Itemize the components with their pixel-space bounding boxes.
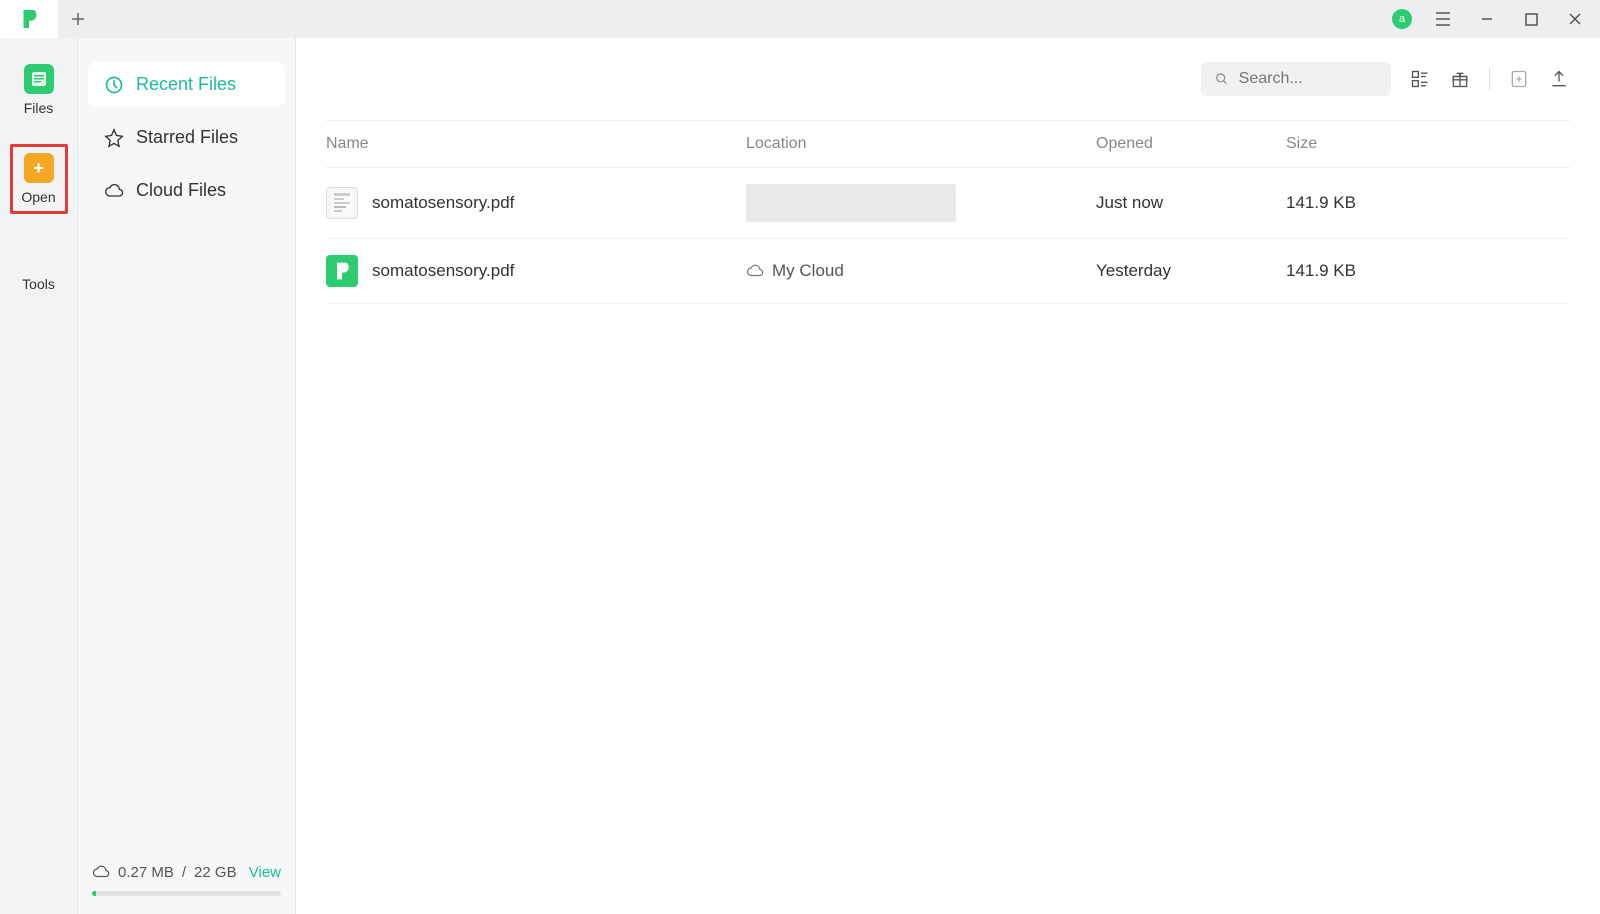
storage-footer: 0.27 MB / 22 GB View	[78, 863, 295, 896]
toolbar-divider	[1489, 68, 1490, 90]
rail-open-label: Open	[21, 189, 55, 205]
minimize-button[interactable]	[1474, 6, 1500, 32]
new-file-icon	[1509, 69, 1529, 89]
rail-tools-label: Tools	[22, 276, 55, 292]
close-button[interactable]	[1562, 6, 1588, 32]
app-logo-tab[interactable]	[0, 0, 58, 38]
header-opened[interactable]: Opened	[1096, 135, 1286, 153]
close-icon	[1568, 12, 1582, 26]
file-opened: Just now	[1096, 193, 1286, 213]
storage-view-link[interactable]: View	[249, 864, 281, 881]
file-name: somatosensory.pdf	[372, 261, 514, 281]
star-icon	[104, 128, 124, 148]
search-input[interactable]	[1239, 70, 1377, 88]
toolbar	[296, 38, 1600, 120]
file-table: Name Location Opened Size somatosensory.…	[296, 120, 1600, 304]
sidebar-item-label: Starred Files	[136, 127, 238, 148]
file-location: My Cloud	[746, 261, 1096, 281]
pdf-file-icon	[326, 187, 358, 219]
sidebar: Recent Files Starred Files Cloud Files 0…	[78, 38, 296, 914]
table-row[interactable]: somatosensory.pdf Just now 141.9 KB	[326, 168, 1570, 239]
titlebar-left	[0, 0, 98, 38]
rail-files-label: Files	[24, 100, 54, 116]
search-icon	[1215, 71, 1229, 87]
view-list-button[interactable]	[1409, 68, 1431, 90]
rail-tools[interactable]: Tools	[10, 236, 68, 298]
tools-icon	[25, 242, 53, 270]
table-header: Name Location Opened Size	[326, 120, 1570, 168]
header-size[interactable]: Size	[1286, 135, 1570, 153]
rail-files[interactable]: Files	[10, 58, 68, 122]
table-row[interactable]: somatosensory.pdf My Cloud Yesterday 141…	[326, 239, 1570, 304]
new-tab-button[interactable]	[58, 0, 98, 38]
cloud-icon	[746, 262, 764, 280]
location-placeholder	[746, 184, 956, 222]
upload-button[interactable]	[1548, 68, 1570, 90]
location-text: My Cloud	[772, 261, 844, 281]
sidebar-item-starred[interactable]: Starred Files	[88, 115, 285, 160]
search-box[interactable]	[1201, 62, 1391, 96]
titlebar-right: a	[1392, 6, 1600, 32]
left-rail: Files + Open Tools	[0, 38, 78, 914]
gift-icon	[1450, 69, 1470, 89]
sidebar-item-cloud[interactable]: Cloud Files	[88, 168, 285, 213]
titlebar: a	[0, 0, 1600, 38]
storage-fill	[92, 891, 96, 896]
file-size: 141.9 KB	[1286, 261, 1570, 281]
file-name: somatosensory.pdf	[372, 193, 514, 213]
storage-row: 0.27 MB / 22 GB View	[92, 863, 281, 881]
app-logo-icon	[18, 8, 40, 30]
open-icon: +	[24, 153, 54, 183]
clock-icon	[104, 75, 124, 95]
rail-open[interactable]: + Open	[10, 144, 68, 214]
sidebar-item-label: Cloud Files	[136, 180, 226, 201]
upload-icon	[1549, 69, 1569, 89]
storage-total: 22 GB	[194, 864, 237, 881]
hamburger-icon	[1435, 12, 1451, 26]
maximize-icon	[1525, 13, 1538, 26]
gift-button[interactable]	[1449, 68, 1471, 90]
cloud-icon	[104, 181, 124, 201]
user-avatar[interactable]: a	[1392, 9, 1412, 29]
header-name[interactable]: Name	[326, 135, 746, 153]
header-location[interactable]: Location	[746, 135, 1096, 153]
files-icon	[24, 64, 54, 94]
storage-sep: /	[182, 864, 186, 881]
new-file-button[interactable]	[1508, 68, 1530, 90]
hamburger-menu-button[interactable]	[1430, 6, 1456, 32]
sidebar-item-label: Recent Files	[136, 74, 236, 95]
cloud-pdf-icon	[326, 255, 358, 287]
plus-icon	[70, 11, 86, 27]
storage-bar	[92, 891, 281, 896]
minimize-icon	[1480, 12, 1494, 26]
list-view-icon	[1410, 69, 1430, 89]
main-layout: Files + Open Tools Recent Files Starred …	[0, 38, 1600, 914]
file-size: 141.9 KB	[1286, 193, 1570, 213]
maximize-button[interactable]	[1518, 6, 1544, 32]
content: Name Location Opened Size somatosensory.…	[296, 38, 1600, 914]
file-opened: Yesterday	[1096, 261, 1286, 281]
cloud-icon	[92, 863, 110, 881]
sidebar-item-recent[interactable]: Recent Files	[88, 62, 285, 107]
storage-used: 0.27 MB	[118, 864, 174, 881]
